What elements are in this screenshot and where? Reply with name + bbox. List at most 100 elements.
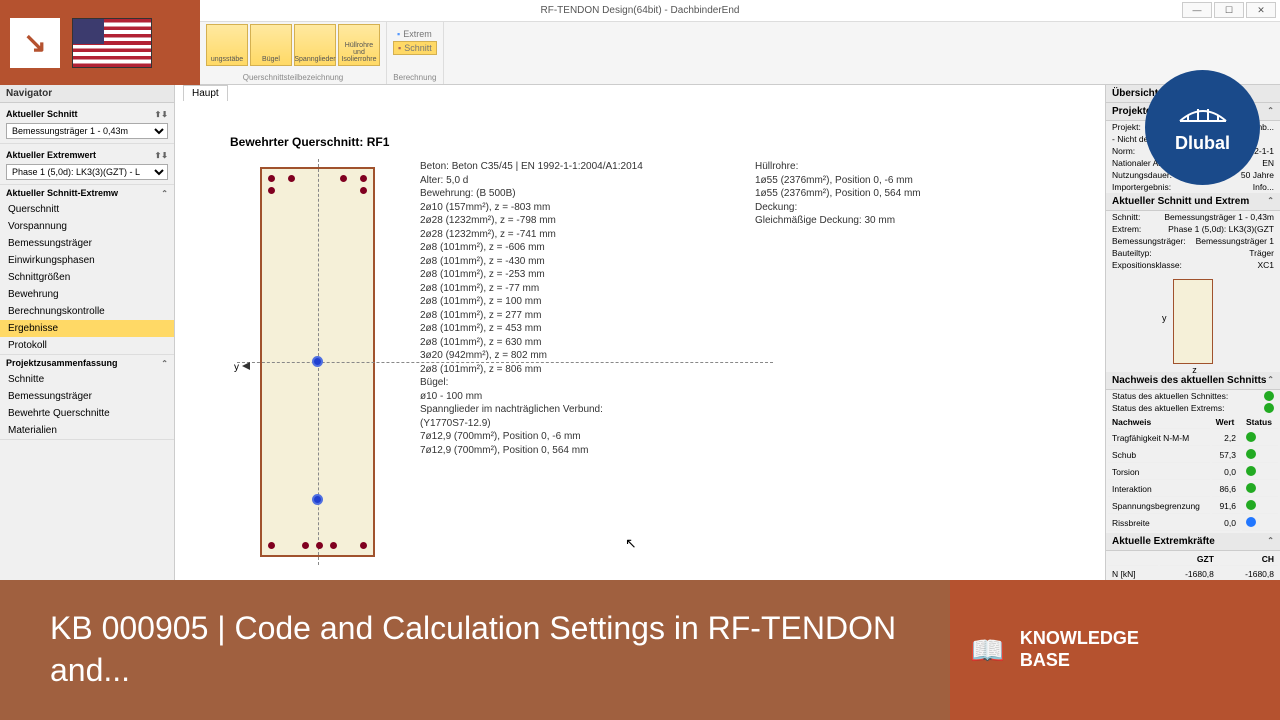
ribbon-btn-ungsstabe[interactable]: ungsstäbe — [206, 24, 248, 66]
ribbon-btn-hullrohre[interactable]: Hüllrohre und Isolierrohre — [338, 24, 380, 66]
nav-proj-item[interactable]: Schnitte — [0, 371, 174, 388]
axis-y-arrow-icon — [242, 362, 250, 370]
table-row: Interaktion86,6 — [1108, 482, 1278, 497]
ribbon-group-querschnitt: ungsstäbe Bügel Spannglieder Hüllrohre u… — [200, 22, 387, 84]
nav-tree-label: Aktueller Schnitt-Extremw⌃ — [0, 185, 174, 201]
rebar-icon — [340, 175, 347, 182]
schnitt-row: Bauteiltyp:Träger — [1106, 247, 1280, 259]
book-icon: 📖 — [970, 634, 1005, 667]
mini-section-diagram: yz — [1173, 279, 1213, 364]
section-title: Bewehrter Querschnitt: RF1 — [230, 135, 389, 149]
maximize-button[interactable]: ☐ — [1214, 2, 1244, 18]
status-ok-icon — [1246, 449, 1256, 459]
kb-label: KNOWLEDGEBASE — [1020, 628, 1139, 671]
tendon-icon — [312, 356, 323, 367]
status-ok-icon — [1264, 391, 1274, 401]
status-ok-icon — [1246, 466, 1256, 476]
dlubal-text: Dlubal — [1175, 133, 1230, 154]
table-row: Spannungsbegrenzung91,6 — [1108, 499, 1278, 514]
ribbon-btn-bugel[interactable]: Bügel — [250, 24, 292, 66]
rebar-icon — [316, 542, 323, 549]
main-area: Navigator Aktueller Schnitt⬆⬇ Bemessungs… — [0, 85, 1280, 590]
canvas[interactable]: Haupt Bewehrter Querschnitt: RF1 y — [175, 85, 1105, 590]
nav-tree: QuerschnittVorspannungBemessungsträgerEi… — [0, 201, 174, 354]
nav-extrem-label: Aktueller Extremwert⬆⬇ — [6, 148, 168, 162]
nav-tree-item[interactable]: Ergebnisse — [0, 320, 174, 337]
ribbon-btn-spannglieder[interactable]: Spannglieder — [294, 24, 336, 66]
status-ok-icon — [1246, 432, 1256, 442]
section-view: Bewehrter Querschnitt: RF1 y — [230, 135, 389, 557]
ribbon-btn-extrem[interactable]: ▪Extrem — [393, 28, 437, 40]
schnitt-row: Schnitt:Bemessungsträger 1 - 0,43m — [1106, 211, 1280, 223]
nav-schnitt-dropdown[interactable]: Bemessungsträger 1 - 0,43m — [6, 123, 168, 139]
window-title: RF-TENDON Design(64bit) - DachbinderEnd — [541, 5, 740, 16]
navigator-panel: Navigator Aktueller Schnitt⬆⬇ Bemessungs… — [0, 85, 175, 590]
rebar-icon — [268, 175, 275, 182]
nav-extrem-dropdown[interactable]: Phase 1 (5,0d): LK3(3)(GZT) - L — [6, 164, 168, 180]
window-controls: — ☐ ✕ — [1182, 2, 1276, 18]
schnitt-row: Extrem:Phase 1 (5,0d): LK3(3)(GZT — [1106, 223, 1280, 235]
status-info-icon — [1246, 517, 1256, 527]
close-button[interactable]: ✕ — [1246, 2, 1276, 18]
canvas-tab[interactable]: Haupt — [183, 85, 228, 101]
rebar-icon — [360, 542, 367, 549]
us-flag-icon — [72, 18, 152, 68]
nav-tree-item[interactable]: Einwirkungsphasen — [0, 252, 174, 269]
cursor-icon: ↖ — [625, 535, 637, 552]
schnitt-extrem-header[interactable]: Aktueller Schnitt und Extrem⌃ — [1106, 193, 1280, 211]
status-ok-icon — [1246, 483, 1256, 493]
brand-header: ↘ — [0, 0, 200, 85]
rebar-icon — [268, 542, 275, 549]
schnitt-row: Expositionsklasse:XC1 — [1106, 259, 1280, 271]
schnitt-row: Bemessungsträger:Bemessungsträger 1 — [1106, 235, 1280, 247]
rebar-icon — [302, 542, 309, 549]
section-properties-text-right: Hüllrohre:1ø55 (2376mm²), Position 0, -6… — [755, 160, 921, 228]
rebar-icon — [360, 175, 367, 182]
minimize-button[interactable]: — — [1182, 2, 1212, 18]
nav-proj-item[interactable]: Bemessungsträger — [0, 388, 174, 405]
rebar-icon — [288, 175, 295, 182]
bridge-icon — [1178, 101, 1228, 131]
nav-tree-item[interactable]: Bewehrung — [0, 286, 174, 303]
kraft-header[interactable]: Aktuelle Extremkräfte⌃ — [1106, 533, 1280, 551]
status-schnitt: Status des aktuellen Schnittes: — [1106, 390, 1280, 402]
nav-proj-item[interactable]: Bewehrte Querschnitte — [0, 405, 174, 422]
ribbon-group-berechnung: ▪Extrem ▪Schnitt Berechnung — [387, 22, 444, 84]
bottom-overlay: KB 000905 | Code and Calculation Setting… — [0, 580, 1280, 720]
status-ok-icon — [1264, 403, 1274, 413]
nav-proj-item[interactable]: Materialien — [0, 422, 174, 439]
navigator-title: Navigator — [0, 85, 174, 103]
nav-schnitt-label: Aktueller Schnitt⬆⬇ — [6, 107, 168, 121]
overlay-left: KB 000905 | Code and Calculation Setting… — [0, 608, 950, 691]
table-row: Torsion0,0 — [1108, 465, 1278, 480]
nav-tree-item[interactable]: Bemessungsträger — [0, 235, 174, 252]
status-ok-icon — [1246, 500, 1256, 510]
overlay-right: 📖 KNOWLEDGEBASE — [950, 580, 1280, 720]
nav-proj-tree: SchnitteBemessungsträgerBewehrte Quersch… — [0, 371, 174, 439]
app-window: RF-TENDON Design(64bit) - DachbinderEnd … — [0, 0, 1280, 590]
rebar-icon — [360, 187, 367, 194]
status-extrem: Status des aktuellen Extrems: — [1106, 402, 1280, 414]
section-properties-text: Beton: Beton C35/45 | EN 1992-1-1:2004/A… — [420, 160, 643, 457]
arrow-badge-icon: ↘ — [10, 18, 60, 68]
nav-proj-label: Projektzusammenfassung⌃ — [0, 355, 174, 371]
ribbon-group-label: Berechnung — [393, 73, 437, 82]
nav-tree-item[interactable]: Schnittgrößen — [0, 269, 174, 286]
tendon-icon — [312, 494, 323, 505]
kraft-table: GZTCHN [kN]-1680,8-1680,8 — [1106, 551, 1280, 583]
dlubal-logo: Dlubal — [1145, 70, 1260, 185]
ribbon-btn-schnitt[interactable]: ▪Schnitt — [393, 41, 437, 55]
table-row: Schub57,3 — [1108, 448, 1278, 463]
kb-title: KB 000905 | Code and Calculation Setting… — [50, 608, 900, 691]
axis-y-label: y — [234, 362, 239, 373]
nav-tree-item[interactable]: Protokoll — [0, 337, 174, 354]
rebar-icon — [330, 542, 337, 549]
nav-tree-item[interactable]: Querschnitt — [0, 201, 174, 218]
rebar-icon — [268, 187, 275, 194]
table-row: Rissbreite0,0 — [1108, 516, 1278, 531]
cross-section-diagram: y — [260, 167, 375, 557]
nav-tree-item[interactable]: Vorspannung — [0, 218, 174, 235]
ribbon-group-label: Querschnittsteilbezeichnung — [206, 73, 380, 82]
schnitt-extrem-rows: Schnitt:Bemessungsträger 1 - 0,43mExtrem… — [1106, 211, 1280, 271]
nav-tree-item[interactable]: Berechnungskontrolle — [0, 303, 174, 320]
